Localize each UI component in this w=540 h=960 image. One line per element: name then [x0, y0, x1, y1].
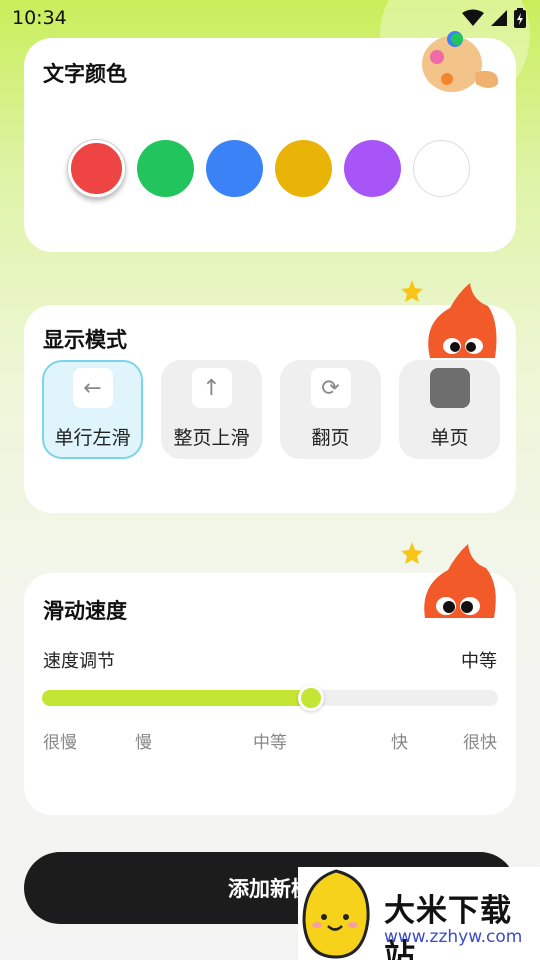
- mode-label: 翻页: [311, 427, 350, 449]
- speed-row: 速度调节 中等: [43, 647, 497, 673]
- color-swatches: [68, 140, 470, 197]
- battery-icon: [514, 8, 526, 28]
- flame-mascot-icon: [401, 280, 497, 358]
- speed-slider[interactable]: [42, 685, 498, 711]
- mode-single-page[interactable]: 单页: [399, 360, 500, 459]
- mode-full-page-up[interactable]: ↑ 整页上滑: [161, 360, 262, 459]
- square-icon: [429, 368, 470, 408]
- speed-adjust-label: 速度调节: [43, 651, 115, 672]
- tick-label: 慢: [135, 733, 152, 753]
- tick-label: 快: [391, 733, 408, 753]
- mode-single-line-left[interactable]: ← 单行左滑: [42, 360, 143, 459]
- speed-slider-thumb[interactable]: [298, 685, 325, 711]
- tick-label: 中等: [253, 733, 287, 753]
- watermark: 大米下载站 www.zzhyw.com: [298, 867, 540, 960]
- swatch-white[interactable]: [413, 140, 470, 197]
- swatch-yellow[interactable]: [275, 140, 332, 197]
- tick-label: 很快: [463, 733, 497, 753]
- mode-label: 整页上滑: [173, 427, 250, 449]
- palette-mascot-icon: [422, 31, 499, 92]
- watermark-logo-icon: [302, 869, 370, 959]
- swatch-blue[interactable]: [206, 140, 263, 197]
- arrow-left-icon: ←: [72, 368, 113, 408]
- text-color-title: 文字颜色: [43, 62, 127, 86]
- refresh-icon: ⟳: [310, 368, 351, 408]
- swatch-purple[interactable]: [344, 140, 401, 197]
- display-mode-title: 显示模式: [43, 328, 127, 352]
- speed-current-value: 中等: [461, 651, 497, 672]
- arrow-up-icon: ↑: [191, 368, 232, 408]
- tick-label: 很慢: [43, 733, 77, 753]
- swatch-green[interactable]: [137, 140, 194, 197]
- swatch-red[interactable]: [68, 140, 125, 197]
- status-time: 10:34: [12, 7, 67, 29]
- mode-label: 单页: [430, 427, 469, 449]
- speed-slider-fill: [42, 690, 312, 706]
- mode-page-flip[interactable]: ⟳ 翻页: [280, 360, 381, 459]
- mode-label: 单行左滑: [54, 427, 131, 449]
- mode-options: ← 单行左滑 ↑ 整页上滑 ⟳ 翻页 单页: [42, 360, 500, 459]
- scroll-speed-title: 滑动速度: [43, 599, 127, 623]
- speed-ticks: 很慢 慢 中等 快 很快: [43, 728, 497, 753]
- watermark-url: www.zzhyw.com: [384, 927, 523, 947]
- flame-mascot-icon: [401, 542, 496, 618]
- watermark-title: 大米下载站: [384, 893, 512, 960]
